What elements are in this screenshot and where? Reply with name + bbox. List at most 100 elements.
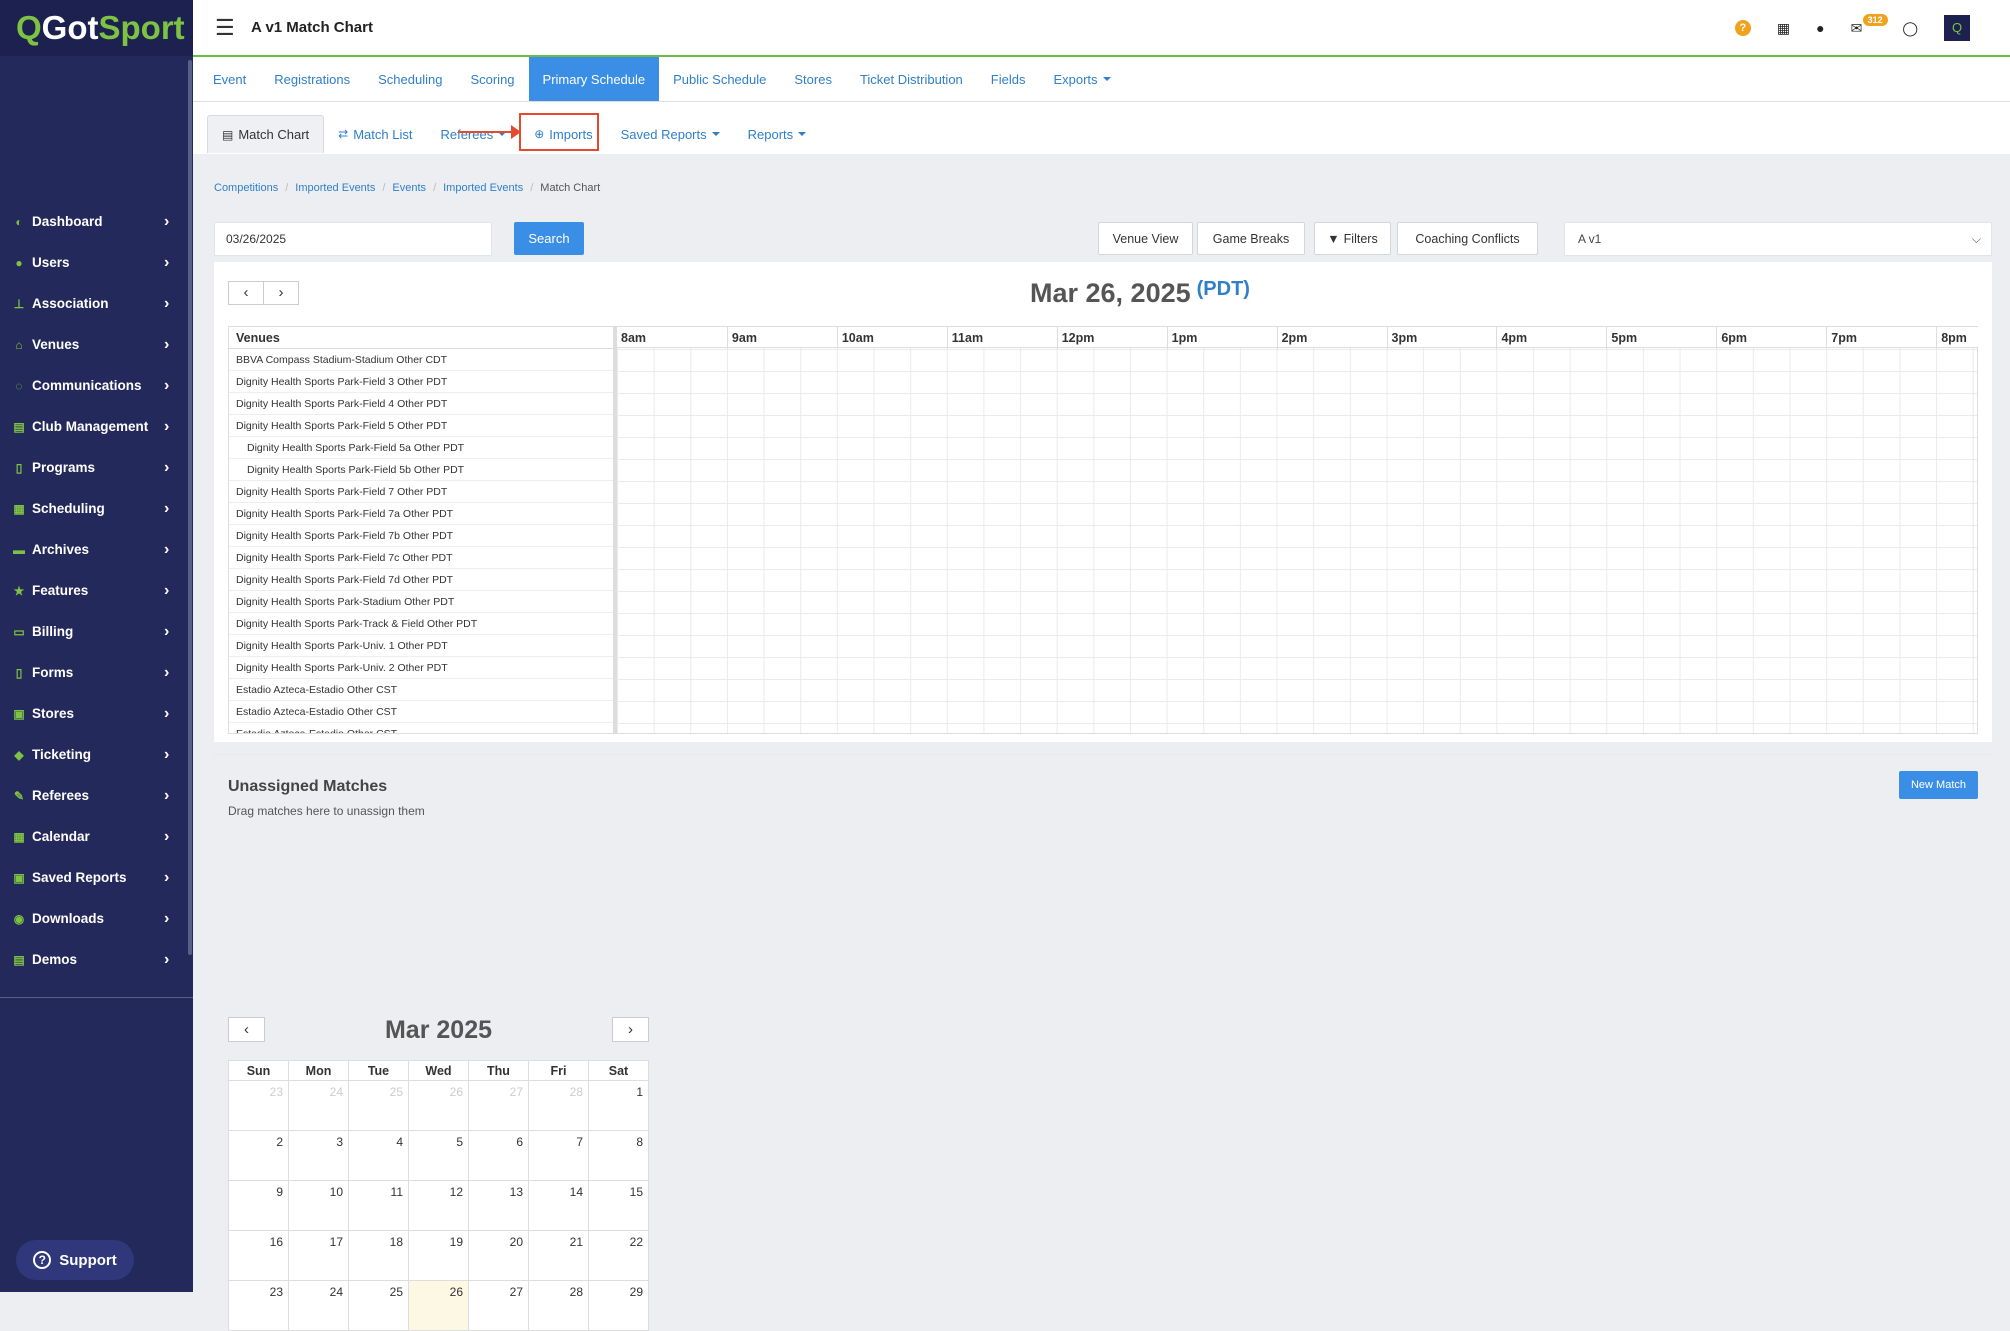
subtab-reports[interactable]: Reports [734, 115, 821, 153]
calendar-day[interactable]: 24 [288, 1280, 349, 1331]
breadcrumb-link[interactable]: Events [392, 182, 426, 194]
sidebar-item-archives[interactable]: ▬ Archives › [0, 529, 188, 570]
envelope-icon[interactable]: ✉ 312 [1851, 13, 1888, 37]
tab-registrations[interactable]: Registrations [260, 57, 364, 101]
sidebar-item-referees[interactable]: ✎ Referees › [0, 775, 188, 816]
sidebar-item-association[interactable]: ⊥ Association › [0, 283, 188, 324]
tab-public-schedule[interactable]: Public Schedule [659, 57, 780, 101]
filters-button[interactable]: ▼ Filters [1314, 222, 1391, 255]
calendar-day[interactable]: 6 [468, 1130, 529, 1181]
sidebar-scrollbar[interactable] [188, 60, 192, 955]
venue-row[interactable]: Dignity Health Sports Park-Field 7d Othe… [229, 569, 614, 591]
calendar-day[interactable]: 23 [228, 1280, 289, 1331]
venue-row[interactable]: Dignity Health Sports Park-Track & Field… [229, 613, 614, 635]
breadcrumb-link[interactable]: Imported Events [443, 182, 523, 194]
tab-scoring[interactable]: Scoring [456, 57, 528, 101]
venue-row[interactable]: Estadio Azteca-Estadio Other CST [229, 679, 614, 701]
sidebar-item-billing[interactable]: ▭ Billing › [0, 611, 188, 652]
venue-row[interactable]: Dignity Health Sports Park-Field 4 Other… [229, 393, 614, 415]
venue-row[interactable]: Dignity Health Sports Park-Stadium Other… [229, 591, 614, 613]
calendar-day[interactable]: 5 [408, 1130, 469, 1181]
sidebar-item-dashboard[interactable]: ◐ Dashboard › [0, 201, 188, 242]
qrcode-icon[interactable]: ▦ [1777, 20, 1790, 37]
calendar-day[interactable]: 19 [408, 1230, 469, 1281]
tab-scheduling[interactable]: Scheduling [364, 57, 456, 101]
calendar-day[interactable]: 13 [468, 1180, 529, 1231]
calendar-day[interactable]: 25 [348, 1080, 409, 1131]
subtab-match-list[interactable]: ⇄ Match List [324, 115, 426, 153]
sidebar-item-calendar[interactable]: ▦ Calendar › [0, 816, 188, 857]
venue-row[interactable]: Dignity Health Sports Park-Field 7a Othe… [229, 503, 614, 525]
subtab-saved-reports[interactable]: Saved Reports [607, 115, 734, 153]
calendar-day[interactable]: 28 [528, 1080, 589, 1131]
calendar-day[interactable]: 7 [528, 1130, 589, 1181]
coaching-conflicts-button[interactable]: Coaching Conflicts [1397, 222, 1538, 255]
tab-exports[interactable]: Exports [1039, 57, 1124, 101]
calendar-day[interactable]: 21 [528, 1230, 589, 1281]
calendar-day[interactable]: 9 [228, 1180, 289, 1231]
sidebar-item-club-management[interactable]: ▤ Club Management › [0, 406, 188, 447]
tab-primary-schedule[interactable]: Primary Schedule [528, 57, 660, 101]
breadcrumb-link[interactable]: Competitions [214, 182, 278, 194]
venue-row[interactable]: Estadio Azteca-Estadio Other CST [229, 723, 614, 733]
calendar-day[interactable]: 28 [528, 1280, 589, 1331]
calendar-day[interactable]: 10 [288, 1180, 349, 1231]
calendar-day[interactable]: 8 [588, 1130, 649, 1181]
calendar-day[interactable]: 26 [408, 1080, 469, 1131]
new-match-button[interactable]: New Match [1899, 771, 1978, 799]
calendar-day[interactable]: 2 [228, 1130, 289, 1181]
sidebar-item-communications[interactable]: ◌ Communications › [0, 365, 188, 406]
sidebar-item-features[interactable]: ★ Features › [0, 570, 188, 611]
calendar-day[interactable]: 24 [288, 1080, 349, 1131]
next-month-button[interactable]: › [612, 1017, 649, 1042]
sidebar-item-forms[interactable]: ▯ Forms › [0, 652, 188, 693]
calendar-day[interactable]: 1 [588, 1080, 649, 1131]
calendar-day[interactable]: 11 [348, 1180, 409, 1231]
venue-row[interactable]: Dignity Health Sports Park-Field 7c Othe… [229, 547, 614, 569]
calendar-day[interactable]: 23 [228, 1080, 289, 1131]
calendar-day[interactable]: 25 [348, 1280, 409, 1331]
sidebar-item-ticketing[interactable]: ◆ Ticketing › [0, 734, 188, 775]
venue-row[interactable]: Dignity Health Sports Park-Field 5a Othe… [229, 437, 614, 459]
sidebar-item-scheduling[interactable]: ▦ Scheduling › [0, 488, 188, 529]
sidebar-item-users[interactable]: ● Users › [0, 242, 188, 283]
tab-stores[interactable]: Stores [780, 57, 846, 101]
venue-view-button[interactable]: Venue View [1098, 222, 1193, 255]
help-icon[interactable]: ? [1734, 20, 1751, 36]
tab-event[interactable]: Event [199, 57, 260, 101]
calendar-day[interactable]: 20 [468, 1230, 529, 1281]
sidebar-item-programs[interactable]: ▯ Programs › [0, 447, 188, 488]
account-avatar[interactable]: Q [1944, 15, 1970, 41]
calendar-day[interactable]: 14 [528, 1180, 589, 1231]
date-input[interactable] [214, 222, 492, 256]
venue-row[interactable]: Dignity Health Sports Park-Univ. 2 Other… [229, 657, 614, 679]
support-button[interactable]: ? Support [16, 1240, 134, 1280]
hamburger-menu-icon[interactable]: ☰ [215, 15, 235, 41]
tab-fields[interactable]: Fields [977, 57, 1040, 101]
calendar-day[interactable]: 15 [588, 1180, 649, 1231]
subtab-match-chart[interactable]: ▤ Match Chart [207, 115, 325, 153]
venue-row[interactable]: Estadio Azteca-Estadio Other CST [229, 701, 614, 723]
breadcrumb-link[interactable]: Imported Events [295, 182, 375, 194]
sidebar-item-venues[interactable]: ⌂ Venues › [0, 324, 188, 365]
calendar-day[interactable]: 3 [288, 1130, 349, 1181]
search-button[interactable]: Search [514, 222, 584, 255]
venue-row[interactable]: Dignity Health Sports Park-Univ. 1 Other… [229, 635, 614, 657]
calendar-day-today[interactable]: 26 [408, 1280, 469, 1331]
gotsport-logo[interactable]: Q Got Sport [0, 0, 193, 56]
game-breaks-button[interactable]: Game Breaks [1197, 222, 1305, 255]
user-icon[interactable]: ● [1816, 20, 1824, 36]
subtab-referees[interactable]: Referees [426, 115, 520, 153]
venue-row[interactable]: Dignity Health Sports Park-Field 7 Other… [229, 481, 614, 503]
next-day-button[interactable]: › [263, 281, 299, 305]
calendar-day[interactable]: 27 [468, 1080, 529, 1131]
sidebar-item-saved-reports[interactable]: ▣ Saved Reports › [0, 857, 188, 898]
calendar-day[interactable]: 16 [228, 1230, 289, 1281]
tab-ticket-distribution[interactable]: Ticket Distribution [846, 57, 977, 101]
venue-row[interactable]: BBVA Compass Stadium-Stadium Other CDT [229, 349, 614, 371]
calendar-day[interactable]: 4 [348, 1130, 409, 1181]
calendar-day[interactable]: 17 [288, 1230, 349, 1281]
sidebar-item-stores[interactable]: ▣ Stores › [0, 693, 188, 734]
venue-row[interactable]: Dignity Health Sports Park-Field 3 Other… [229, 371, 614, 393]
chat-icon[interactable]: ◯ [1902, 20, 1918, 37]
